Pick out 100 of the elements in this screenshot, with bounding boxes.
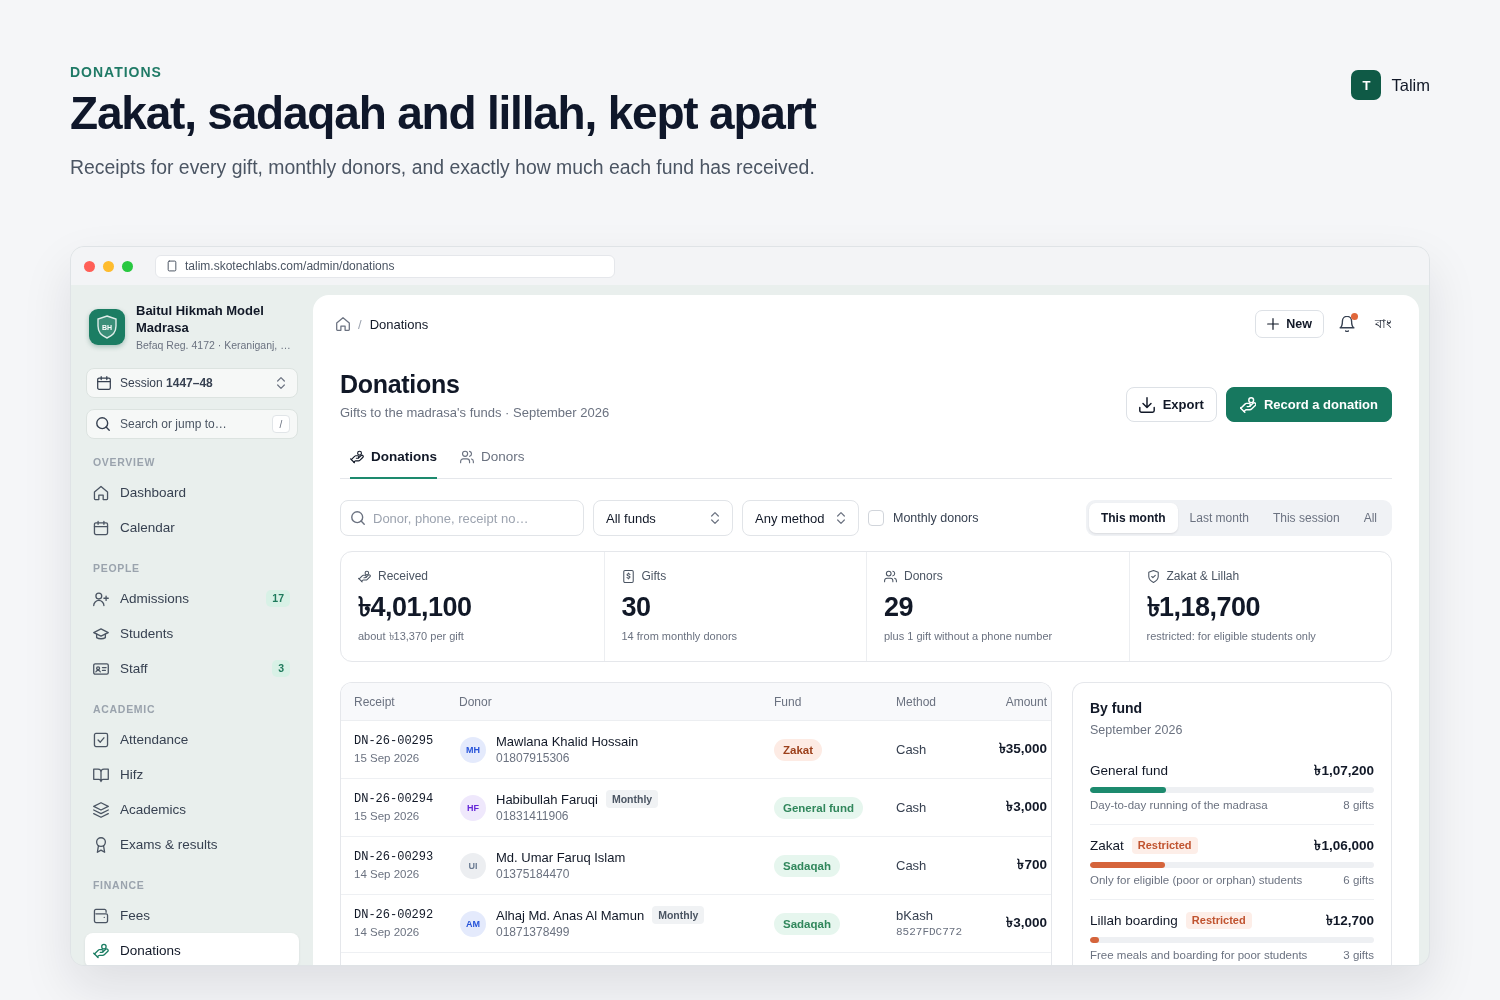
school-name: Baitul Hikmah Model Madrasa: [136, 302, 265, 336]
nav-item[interactable]: Admissions 17: [85, 581, 299, 616]
checked-square-icon: [93, 731, 109, 748]
window-close-icon[interactable]: [84, 260, 95, 272]
fund-name: General fund: [1090, 762, 1169, 779]
payment-method: Cash: [896, 741, 928, 758]
donor-name: Md. Umar Faruq Islam: [496, 848, 626, 866]
users-icon: [884, 569, 897, 583]
nav-item[interactable]: Fees: [85, 898, 299, 933]
count-badge: 3: [272, 660, 290, 677]
fund-tag: General fund: [774, 796, 863, 819]
receipt-number: DN-26-00293: [354, 848, 435, 866]
search-field[interactable]: Donor, phone, receipt no…: [340, 500, 584, 536]
fund-tag: Sadaqah: [774, 912, 840, 935]
nav-item[interactable]: Attendance: [85, 722, 299, 757]
hand-coin-icon: [1239, 396, 1256, 413]
page-icon: [166, 260, 178, 272]
primary-action-button[interactable]: Record a donation: [1225, 387, 1392, 422]
hand-coin-icon: [93, 942, 109, 959]
donor-phone: 01375184470: [496, 865, 571, 883]
search-icon: [351, 511, 365, 525]
donor-name: Mawlana Khalid Hossain: [496, 732, 639, 750]
nav-item[interactable]: Dashboard: [85, 475, 299, 510]
notifications-button[interactable]: [1339, 316, 1355, 332]
fund-name: Lillah boarding: [1090, 912, 1178, 929]
period-option[interactable]: This session: [1260, 503, 1352, 533]
book-icon: [93, 766, 109, 783]
shield-check-icon: [1146, 569, 1160, 583]
nav-item[interactable]: Staff 3: [85, 651, 299, 686]
secondary-action-button[interactable]: Export: [1125, 387, 1217, 422]
home-icon[interactable]: [336, 317, 350, 331]
payment-method: bKash: [896, 907, 934, 924]
fund-amount: ৳1,06,000: [1314, 837, 1374, 854]
wallet-icon: [93, 907, 109, 924]
fund-select[interactable]: All funds: [593, 500, 733, 536]
column-header: Receipt: [354, 694, 396, 709]
breadcrumb-current: Donations: [369, 316, 429, 332]
tab[interactable]: Donors: [460, 446, 525, 479]
monthly-tag: Monthly: [605, 790, 659, 808]
donation-amount: ৳700: [1017, 857, 1047, 872]
gift-count: 8 gifts: [1343, 798, 1374, 813]
tab[interactable]: Donations: [350, 446, 437, 479]
card-subtitle: September 2026: [1090, 722, 1184, 739]
hand-coin-icon: [350, 450, 364, 464]
donation-amount: ৳3,000: [1006, 799, 1047, 814]
fund-tag: Zakat: [774, 738, 823, 761]
fund-tag: Sadaqah: [774, 854, 840, 877]
fund-name: Zakat: [1090, 837, 1124, 854]
download-icon: [1138, 396, 1155, 413]
school-details: Befaq Reg. 4172 · Keraniganj, …: [136, 338, 291, 352]
restricted-tag: Restricted: [1131, 837, 1198, 854]
nav-item[interactable]: Students: [85, 616, 299, 651]
nav-item[interactable]: Academics: [85, 792, 299, 827]
period-option[interactable]: Last month: [1177, 503, 1261, 533]
donor-name: Habibullah Faruqi: [496, 790, 598, 808]
nav-item[interactable]: Exams & results: [85, 827, 299, 862]
donor-phone: 01871378499: [496, 924, 571, 941]
page-subtitle: Gifts to the madrasa's funds · September 2026: [340, 404, 610, 422]
checkbox-label: Monthly donors: [893, 511, 979, 525]
page-headline: Zakat, sadaqah and lillah, kept apart: [70, 86, 816, 140]
window-minimize-icon[interactable]: [103, 260, 114, 272]
chevron-up-down-icon: [709, 512, 721, 524]
column-header: Donor: [459, 694, 493, 709]
nav-item[interactable]: Calendar: [85, 510, 299, 545]
gift-count: 6 gifts: [1343, 873, 1374, 888]
users-icon: [460, 450, 474, 464]
stat-value: ৳1,18,700: [1146, 591, 1262, 624]
nav-item[interactable]: Donations: [85, 933, 299, 965]
layers-icon: [93, 801, 109, 818]
address-bar[interactable]: talim.skotechlabs.com/admin/donations: [155, 254, 615, 278]
new-button[interactable]: New: [1255, 310, 1324, 338]
nav-item[interactable]: Hifz: [85, 757, 299, 792]
section-eyebrow: DONATIONS: [70, 63, 163, 82]
donor-name: Alhaj Md. Anas Al Mamun: [496, 906, 645, 924]
stat-label: Zakat & Lillah: [1166, 568, 1240, 584]
period-option[interactable]: All: [1351, 503, 1389, 533]
calendar-icon: [97, 376, 111, 390]
donor-avatar: HF: [460, 794, 486, 821]
nav-section-heading: FINANCE: [92, 878, 146, 892]
session-selector[interactable]: Session 1447–48: [86, 368, 298, 398]
language-toggle[interactable]: বাং: [1375, 313, 1392, 335]
nav-section-heading: OVERVIEW: [92, 455, 156, 469]
transaction-reference: 8527FDC772: [896, 925, 963, 940]
receipt-number: DN-26-00294: [354, 790, 435, 808]
monthly-tag: Monthly: [652, 906, 705, 924]
hand-coin-icon: [358, 569, 371, 583]
stat-note: 14 from monthly donors: [621, 629, 739, 644]
home-icon: [93, 484, 109, 501]
gift-count: 3 gifts: [1343, 948, 1374, 963]
window-zoom-icon[interactable]: [122, 260, 133, 272]
graduation-cap-icon: [93, 625, 109, 642]
fund-description: Day-to-day running of the madrasa: [1090, 798, 1268, 813]
period-option[interactable]: This month: [1088, 503, 1178, 533]
card-title: By fund: [1090, 699, 1144, 717]
checkbox[interactable]: [868, 510, 884, 526]
method-select[interactable]: Any method: [742, 500, 859, 536]
chevron-up-down-icon: [275, 377, 287, 389]
donor-phone: 01807915306: [496, 749, 571, 767]
search-icon: [96, 417, 110, 431]
count-badge: 17: [266, 590, 290, 607]
